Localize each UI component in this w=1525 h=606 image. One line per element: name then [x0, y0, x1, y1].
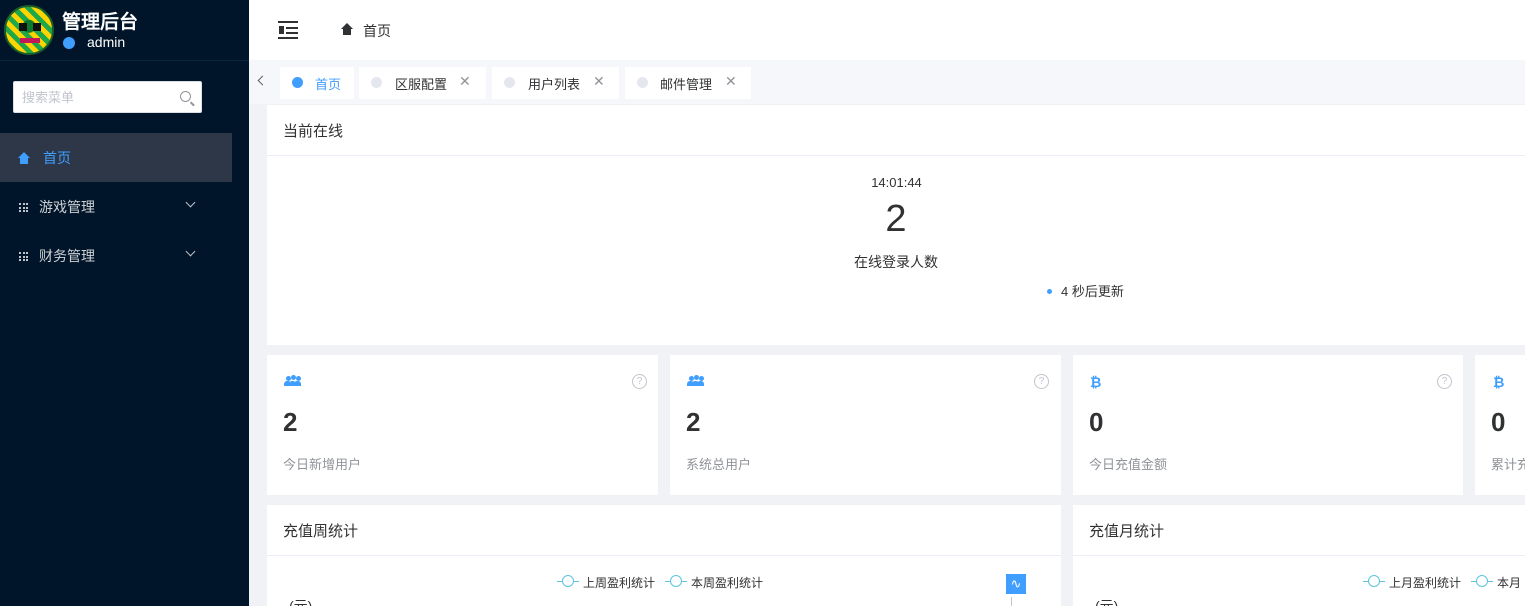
tabs-bar: 首页 区服配置 ✕ 用户列表 ✕ 邮件管理 ✕: [249, 60, 1525, 104]
weekly-card-title: 充值周统计: [283, 523, 359, 540]
sidebar: 管理后台 admin 首页 游戏管理 财务管理: [0, 0, 249, 606]
grid-icon: [19, 203, 28, 212]
close-icon[interactable]: ✕: [459, 73, 471, 90]
y-axis-unit: (元): [1095, 598, 1119, 606]
online-label: 在线登录人数: [854, 254, 938, 270]
online-time: 14:01:44: [871, 175, 922, 190]
breadcrumb-home-icon: [341, 23, 353, 35]
stat-card-total-users: ? 2 系统总用户: [670, 355, 1061, 495]
bitcoin-icon: ₿: [1090, 374, 1102, 390]
stat-label: 系统总用户: [686, 457, 752, 472]
sidebar-item-label: 首页: [43, 150, 71, 166]
stat-value: 2: [283, 407, 298, 437]
card-divider: [267, 555, 1061, 556]
stat-label: 今日新增用户: [283, 457, 362, 472]
legend-item[interactable]: 本月: [1471, 574, 1521, 591]
user-name[interactable]: admin: [87, 34, 125, 50]
card-divider: [267, 155, 1525, 156]
users-icon: [284, 375, 302, 387]
refresh-dot-icon: [1047, 289, 1052, 295]
users-icon: [687, 375, 705, 387]
search-icon[interactable]: [180, 91, 191, 102]
home-icon: [18, 152, 30, 164]
tabs-scroll-left-icon[interactable]: [257, 75, 268, 86]
stat-card-new-users: ? 2 今日新增用户: [267, 355, 658, 495]
logo: [4, 5, 54, 55]
menu-fold-icon[interactable]: [278, 21, 298, 39]
weekly-recharge-card: 充值周统计 上周盈利统计 本周盈利统计 ∿ (元): [267, 505, 1061, 606]
tab-mail-management[interactable]: 邮件管理 ✕: [625, 67, 751, 99]
user-status-icon: [63, 37, 75, 49]
bar-chart-icon[interactable]: [1011, 597, 1031, 606]
sidebar-item-home[interactable]: 首页: [0, 133, 232, 182]
chevron-down-icon: [185, 197, 196, 208]
sidebar-item-game-management[interactable]: 游戏管理: [0, 182, 232, 231]
monthly-legend: 上月盈利统计 本月: [1363, 574, 1525, 591]
breadcrumb[interactable]: 首页: [363, 21, 391, 41]
help-icon[interactable]: ?: [632, 374, 647, 389]
sidebar-item-label: 游戏管理: [39, 199, 95, 215]
line-chart-icon[interactable]: ∿: [1006, 574, 1026, 594]
brand-title: 管理后台: [62, 12, 139, 33]
tab-label: 首页: [315, 77, 342, 92]
grid-icon: [19, 252, 28, 261]
tab-label: 区服配置: [395, 77, 448, 92]
tab-status-dot: [292, 77, 303, 88]
refresh-text: 4 秒后更新: [1061, 284, 1124, 299]
monthly-recharge-card: 充值月统计 上月盈利统计 本月 (元): [1073, 505, 1525, 606]
tab-server-config[interactable]: 区服配置 ✕: [359, 67, 486, 99]
weekly-legend: 上周盈利统计 本周盈利统计: [557, 574, 773, 591]
online-refresh-status: 4 秒后更新: [1047, 281, 1124, 300]
brand-divider: [0, 60, 249, 61]
menu-search: [13, 81, 202, 113]
monthly-card-title: 充值月统计: [1089, 523, 1165, 540]
menu-search-input[interactable]: [14, 82, 164, 112]
online-card-title: 当前在线: [283, 123, 344, 140]
tab-user-list[interactable]: 用户列表 ✕: [492, 67, 619, 99]
help-icon[interactable]: ?: [1437, 374, 1452, 389]
stat-value: 2: [686, 407, 701, 437]
sidebar-item-label: 财务管理: [39, 248, 95, 264]
stat-label: 今日充值金额: [1089, 457, 1168, 472]
legend-item[interactable]: 上月盈利统计: [1363, 574, 1461, 591]
bitcoin-icon: ₿: [1493, 374, 1505, 390]
tab-label: 用户列表: [528, 77, 581, 92]
legend-item[interactable]: 本周盈利统计: [665, 574, 763, 591]
stat-label: 累计充: [1491, 457, 1525, 472]
chevron-down-icon: [185, 246, 196, 257]
header: 首页: [249, 0, 1525, 60]
close-icon[interactable]: ✕: [725, 73, 737, 90]
tab-status-dot: [504, 77, 515, 88]
card-divider: [1073, 555, 1525, 556]
help-icon[interactable]: ?: [1034, 374, 1049, 389]
online-count: 2: [885, 198, 907, 240]
close-icon[interactable]: ✕: [593, 73, 605, 90]
online-card: 当前在线 14:01:44 2 在线登录人数 4 秒后更新: [267, 105, 1525, 345]
sidebar-item-finance-management[interactable]: 财务管理: [0, 231, 232, 280]
stat-card-total-recharge: ₿ 0 累计充: [1475, 355, 1525, 495]
legend-item[interactable]: 上周盈利统计: [557, 574, 655, 591]
tab-label: 邮件管理: [660, 77, 713, 92]
tab-home[interactable]: 首页: [280, 67, 354, 99]
tab-status-dot: [371, 77, 382, 88]
tab-status-dot: [637, 77, 648, 88]
brand: 管理后台 admin: [0, 0, 249, 60]
stat-card-today-recharge: ₿ ? 0 今日充值金额: [1073, 355, 1463, 495]
stat-value: 0: [1089, 407, 1104, 437]
stat-value: 0: [1491, 407, 1506, 437]
y-axis-unit: (元): [289, 598, 313, 606]
